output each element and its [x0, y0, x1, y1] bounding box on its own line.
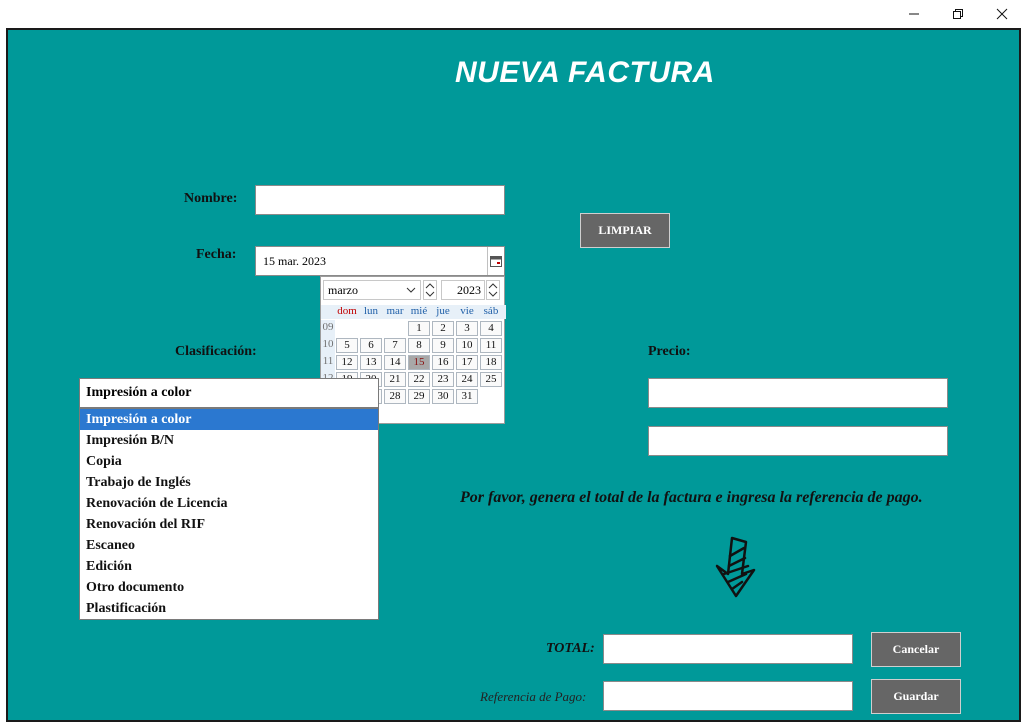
precio-input[interactable]: [648, 378, 948, 408]
month-selector[interactable]: marzo: [323, 280, 421, 300]
cancelar-button[interactable]: Cancelar: [871, 632, 961, 667]
day-name: jue: [436, 305, 450, 317]
day-name: dom: [337, 305, 357, 317]
calendar-day[interactable]: 3: [456, 321, 478, 336]
year-field[interactable]: 2023: [441, 280, 485, 300]
week-number: 11: [321, 354, 335, 371]
chevron-down-icon: [406, 287, 416, 293]
dropdown-option[interactable]: Renovación del RIF: [80, 514, 378, 535]
calendar-day[interactable]: 29: [408, 389, 430, 404]
day-name: mar: [386, 305, 404, 317]
day-name: lun: [363, 305, 379, 317]
precio-label: Precio:: [648, 344, 691, 359]
minimize-button[interactable]: [891, 0, 937, 28]
calendar-day[interactable]: 2: [432, 321, 454, 336]
calendar-day[interactable]: 21: [384, 372, 406, 387]
calendar-day[interactable]: 25: [480, 372, 502, 387]
dropdown-option[interactable]: Copia: [80, 451, 378, 472]
nombre-input[interactable]: [255, 185, 505, 215]
calendar-day[interactable]: 22: [408, 372, 430, 387]
restore-button[interactable]: [935, 0, 981, 28]
precio-secondary-input[interactable]: [648, 426, 948, 456]
total-input[interactable]: [603, 634, 853, 664]
calendar-icon[interactable]: [490, 256, 502, 267]
fecha-input[interactable]: 15 mar. 2023: [255, 246, 505, 276]
fecha-value: 15 mar. 2023: [263, 254, 326, 268]
calendar-day[interactable]: 17: [456, 355, 478, 370]
referencia-label: Referencia de Pago:: [480, 689, 587, 704]
month-value: marzo: [328, 283, 358, 297]
page-title: NUEVA FACTURA: [455, 56, 715, 89]
referencia-input[interactable]: [603, 681, 853, 711]
dropdown-option[interactable]: Plastificación: [80, 598, 378, 619]
fecha-label: Fecha:: [196, 247, 237, 262]
calendar-day[interactable]: 14: [384, 355, 406, 370]
dropdown-option[interactable]: Renovación de Licencia: [80, 493, 378, 514]
nombre-label: Nombre:: [184, 191, 238, 206]
clasificacion-label: Clasificación:: [175, 344, 257, 359]
clasificacion-combobox[interactable]: Impresión a color: [79, 378, 379, 408]
calendar-day[interactable]: 12: [336, 355, 358, 370]
calendar-day[interactable]: 15: [408, 355, 430, 370]
close-icon: [996, 8, 1008, 20]
calendar-day[interactable]: 5: [336, 338, 358, 353]
calendar-day[interactable]: 8: [408, 338, 430, 353]
day-names-row: dom lun mar mié jue vie sáb: [321, 305, 506, 319]
spinner-arrows-icon: [425, 283, 435, 297]
week-number: 10: [321, 337, 335, 354]
day-name: sáb: [483, 305, 499, 317]
calendar-day[interactable]: 28: [384, 389, 406, 404]
minimize-icon: [909, 13, 919, 15]
calendar-day[interactable]: 18: [480, 355, 502, 370]
week-number: 09: [321, 320, 335, 337]
clasificacion-dropdown-list: Impresión a color Impresión B/N Copia Tr…: [79, 408, 379, 620]
calendar-day[interactable]: 13: [360, 355, 382, 370]
calendar-day[interactable]: 6: [360, 338, 382, 353]
limpiar-button[interactable]: LIMPIAR: [580, 213, 670, 248]
calendar-day[interactable]: 30: [432, 389, 454, 404]
day-name: mié: [410, 305, 428, 317]
calendar-day[interactable]: 1: [408, 321, 430, 336]
calendar-day[interactable]: 11: [480, 338, 502, 353]
calendar-day[interactable]: 23: [432, 372, 454, 387]
spinner-arrows-icon: [488, 283, 498, 297]
dropdown-option[interactable]: Trabajo de Inglés: [80, 472, 378, 493]
dropdown-option[interactable]: Impresión B/N: [80, 430, 378, 451]
day-name: vie: [460, 305, 474, 317]
total-label: TOTAL:: [546, 641, 595, 656]
restore-icon: [953, 9, 963, 19]
close-button[interactable]: [979, 0, 1023, 28]
calendar-day[interactable]: 10: [456, 338, 478, 353]
guardar-button[interactable]: Guardar: [871, 679, 961, 714]
month-spinner[interactable]: [423, 280, 437, 300]
calendar-day[interactable]: 9: [432, 338, 454, 353]
dropdown-option[interactable]: Escaneo: [80, 535, 378, 556]
instruction-text: Por favor, genera el total de la factura…: [460, 489, 923, 506]
calendar-day[interactable]: 4: [480, 321, 502, 336]
calendar-day[interactable]: 16: [432, 355, 454, 370]
calendar-day[interactable]: 31: [456, 389, 478, 404]
calendar-day[interactable]: 7: [384, 338, 406, 353]
dropdown-option[interactable]: Edición: [80, 556, 378, 577]
dropdown-option[interactable]: Impresión a color: [80, 409, 378, 430]
arrow-down-icon: [715, 536, 756, 598]
calendar-day[interactable]: 24: [456, 372, 478, 387]
dropdown-option[interactable]: Otro documento: [80, 577, 378, 598]
year-spinner[interactable]: [486, 280, 500, 300]
